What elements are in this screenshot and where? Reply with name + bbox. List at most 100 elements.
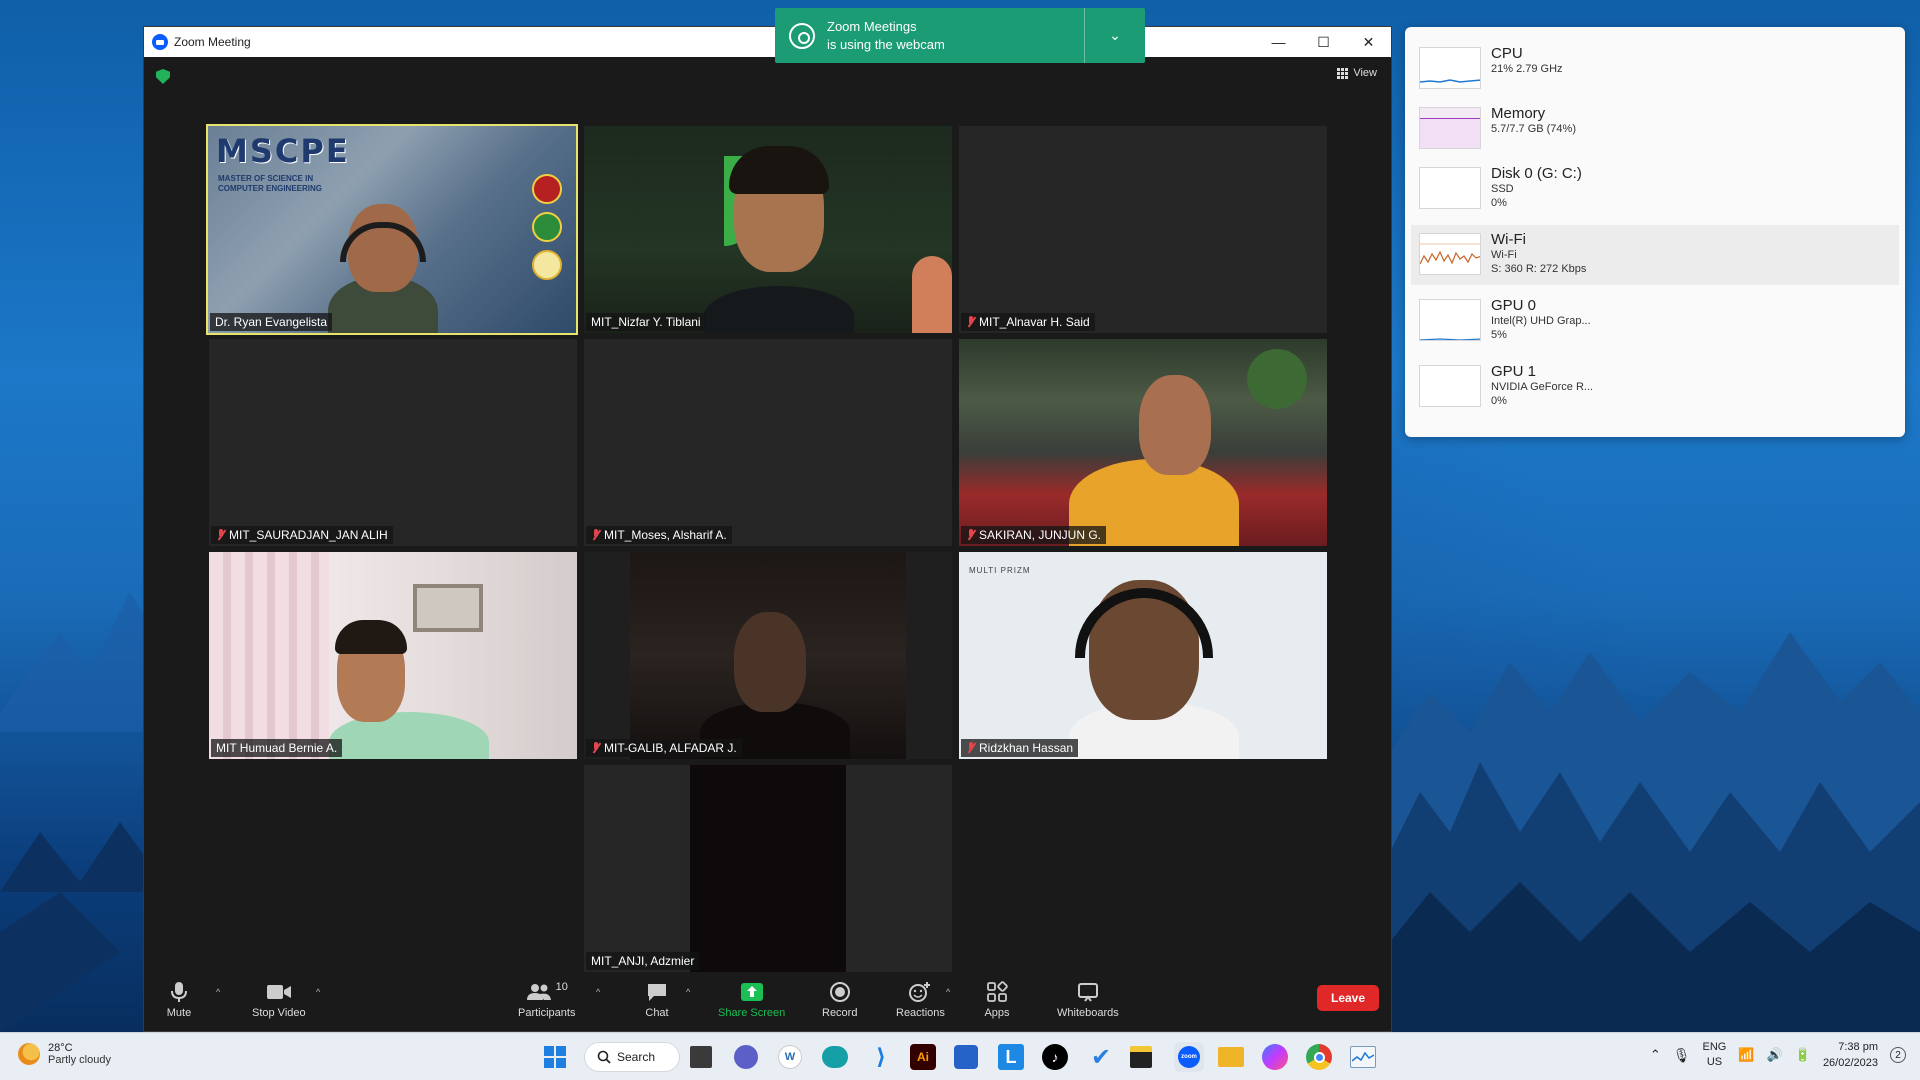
- arduino-icon[interactable]: [822, 1046, 848, 1068]
- leave-button[interactable]: Leave: [1317, 985, 1379, 1011]
- gpu1-graph: [1419, 365, 1481, 407]
- participants-caret[interactable]: ^: [596, 987, 600, 997]
- whiteboards-button[interactable]: Whiteboards: [1057, 981, 1119, 1019]
- perf-item-disk[interactable]: Disk 0 (G: C:) SSD 0%: [1411, 159, 1899, 219]
- taskbar-search[interactable]: Search: [584, 1042, 680, 1072]
- memory-graph: [1419, 107, 1481, 149]
- video-tile-host[interactable]: MSCPE MASTER OF SCIENCE IN COMPUTER ENGI…: [206, 124, 578, 335]
- audio-options-caret[interactable]: ^: [216, 987, 220, 997]
- partly-cloudy-icon: [18, 1043, 40, 1065]
- zoom-logo-icon: [152, 34, 168, 50]
- video-tile[interactable]: MULTI PRIZM Ridzkhan Hassan: [959, 552, 1327, 759]
- perf-detail: NVIDIA GeForce R...: [1491, 381, 1594, 393]
- messenger-icon[interactable]: [1262, 1044, 1288, 1070]
- participant-name-text: MIT-GALIB, ALFADAR J.: [604, 741, 737, 755]
- stop-video-button[interactable]: Stop Video: [252, 981, 306, 1019]
- participant-name: MIT_SAURADJAN_JAN ALIH: [211, 526, 393, 544]
- webcam-notification[interactable]: Zoom Meetings is using the webcam ⌄: [775, 8, 1145, 63]
- reactions-caret[interactable]: ^: [946, 987, 950, 997]
- perf-item-gpu0[interactable]: GPU 0 Intel(R) UHD Grap... 5%: [1411, 291, 1899, 351]
- video-tile[interactable]: MIT Humuad Bernie A.: [209, 552, 577, 759]
- wifi-icon[interactable]: 📶: [1738, 1047, 1754, 1063]
- view-button[interactable]: View: [1337, 67, 1377, 79]
- reactions-icon: [907, 981, 933, 1003]
- battery-icon[interactable]: 🔋: [1795, 1047, 1811, 1063]
- video-tile[interactable]: MIT_Moses, Alsharif A.: [584, 339, 952, 546]
- share-screen-button[interactable]: Share Screen: [718, 981, 785, 1019]
- l-app-icon[interactable]: L: [998, 1044, 1024, 1070]
- participants-button[interactable]: 10 Participants: [518, 981, 575, 1019]
- chevron-up-icon[interactable]: ⌃: [1650, 1047, 1661, 1063]
- participant-name: MIT_Nizfar Y. Tiblani: [586, 313, 706, 331]
- start-button[interactable]: [540, 1042, 570, 1072]
- participants-label: Participants: [518, 1007, 576, 1019]
- perf-detail: S: 360 R: 272 Kbps: [1491, 263, 1587, 275]
- whiteboard-icon: [1075, 981, 1101, 1003]
- perf-item-cpu[interactable]: CPU 21% 2.79 GHz: [1411, 39, 1899, 99]
- mute-label: Mute: [166, 1007, 192, 1019]
- video-feed: [959, 339, 1327, 546]
- video-feed: [209, 552, 577, 759]
- perf-item-wifi[interactable]: Wi-Fi Wi-Fi S: 360 R: 272 Kbps: [1411, 225, 1899, 285]
- microphone-tray-icon[interactable]: 🎙: [1673, 1047, 1691, 1064]
- video-options-caret[interactable]: ^: [316, 987, 320, 997]
- store-icon[interactable]: [954, 1045, 978, 1069]
- volume-icon[interactable]: 🔊: [1767, 1047, 1783, 1063]
- language-code: ENG: [1702, 1041, 1727, 1053]
- perf-item-gpu1[interactable]: GPU 1 NVIDIA GeForce R... 0%: [1411, 357, 1899, 417]
- task-manager-icon[interactable]: [1350, 1046, 1376, 1068]
- notification-title: Zoom Meetings: [827, 18, 917, 34]
- video-tile[interactable]: MIT_Nizfar Y. Tiblani: [584, 126, 952, 333]
- video-tile[interactable]: SAKIRAN, JUNJUN G.: [959, 339, 1327, 546]
- clock[interactable]: 7:38 pm 26/02/2023: [1823, 1039, 1878, 1071]
- participant-name: Dr. Ryan Evangelista: [210, 313, 333, 331]
- perf-detail: 5%: [1491, 329, 1507, 341]
- participant-name: MIT-GALIB, ALFADAR J.: [586, 739, 742, 757]
- close-button[interactable]: ✕: [1346, 27, 1391, 57]
- teams-icon[interactable]: [734, 1045, 758, 1069]
- video-tile[interactable]: MIT_ANJI, Adzmier: [584, 765, 952, 972]
- apps-label: Apps: [984, 1007, 1010, 1019]
- video-tile[interactable]: MIT_Alnavar H. Said: [959, 126, 1327, 333]
- minimize-button[interactable]: —: [1256, 27, 1301, 57]
- chevron-down-icon[interactable]: ⌄: [1085, 27, 1145, 44]
- file-explorer-icon[interactable]: [1218, 1047, 1244, 1067]
- chat-caret[interactable]: ^: [686, 987, 690, 997]
- chrome-icon[interactable]: [1306, 1044, 1332, 1070]
- window-titlebar[interactable]: Zoom Meeting — ☐ ✕: [144, 27, 1391, 57]
- mscpe-logo: MSCPE: [216, 132, 350, 170]
- perf-title: Wi-Fi: [1491, 231, 1526, 248]
- participant-name-text: MIT_SAURADJAN_JAN ALIH: [229, 528, 388, 542]
- video-tile[interactable]: MIT_SAURADJAN_JAN ALIH: [209, 339, 577, 546]
- vscode-icon[interactable]: ⟩: [866, 1042, 896, 1072]
- tiktok-icon[interactable]: ♪: [1042, 1044, 1068, 1070]
- apps-button[interactable]: Apps: [984, 981, 1010, 1019]
- maximize-button[interactable]: ☐: [1301, 27, 1346, 57]
- illustrator-icon[interactable]: Ai: [910, 1044, 936, 1070]
- task-view-icon[interactable]: [690, 1046, 712, 1068]
- person-hair: [729, 146, 829, 194]
- weather-widget[interactable]: 28°C Partly cloudy: [18, 1042, 111, 1066]
- disk-graph: [1419, 167, 1481, 209]
- todo-icon[interactable]: ✔: [1086, 1042, 1116, 1072]
- perf-item-memory[interactable]: Memory 5.7/7.7 GB (74%): [1411, 99, 1899, 159]
- security-shield-icon[interactable]: [156, 69, 170, 84]
- mute-button[interactable]: Mute: [166, 981, 192, 1019]
- video-tile[interactable]: MIT-GALIB, ALFADAR J.: [584, 552, 952, 759]
- clock-time: 7:38 pm: [1838, 1041, 1878, 1053]
- cpu-graph: [1419, 47, 1481, 89]
- word-app-icon[interactable]: W: [778, 1045, 802, 1069]
- share-screen-label: Share Screen: [718, 1007, 786, 1019]
- language-indicator[interactable]: ENG US: [1703, 1040, 1727, 1070]
- reactions-button[interactable]: Reactions: [896, 981, 945, 1019]
- zoom-taskbar-icon[interactable]: zoom: [1174, 1042, 1204, 1072]
- mscpe-logo-subtitle: MASTER OF SCIENCE IN COMPUTER ENGINEERIN…: [218, 174, 322, 194]
- sticky-notes-icon[interactable]: [1130, 1046, 1152, 1068]
- record-button[interactable]: Record: [822, 981, 857, 1019]
- notification-badge[interactable]: 2: [1890, 1047, 1906, 1063]
- aircon: [413, 584, 483, 632]
- participant-name: MIT Humuad Bernie A.: [211, 739, 343, 757]
- zoom-meeting-window: Zoom Meeting — ☐ ✕ View MSCPE MASTER OF …: [143, 26, 1392, 1032]
- stop-video-label: Stop Video: [252, 1007, 306, 1019]
- chat-button[interactable]: Chat: [644, 981, 670, 1019]
